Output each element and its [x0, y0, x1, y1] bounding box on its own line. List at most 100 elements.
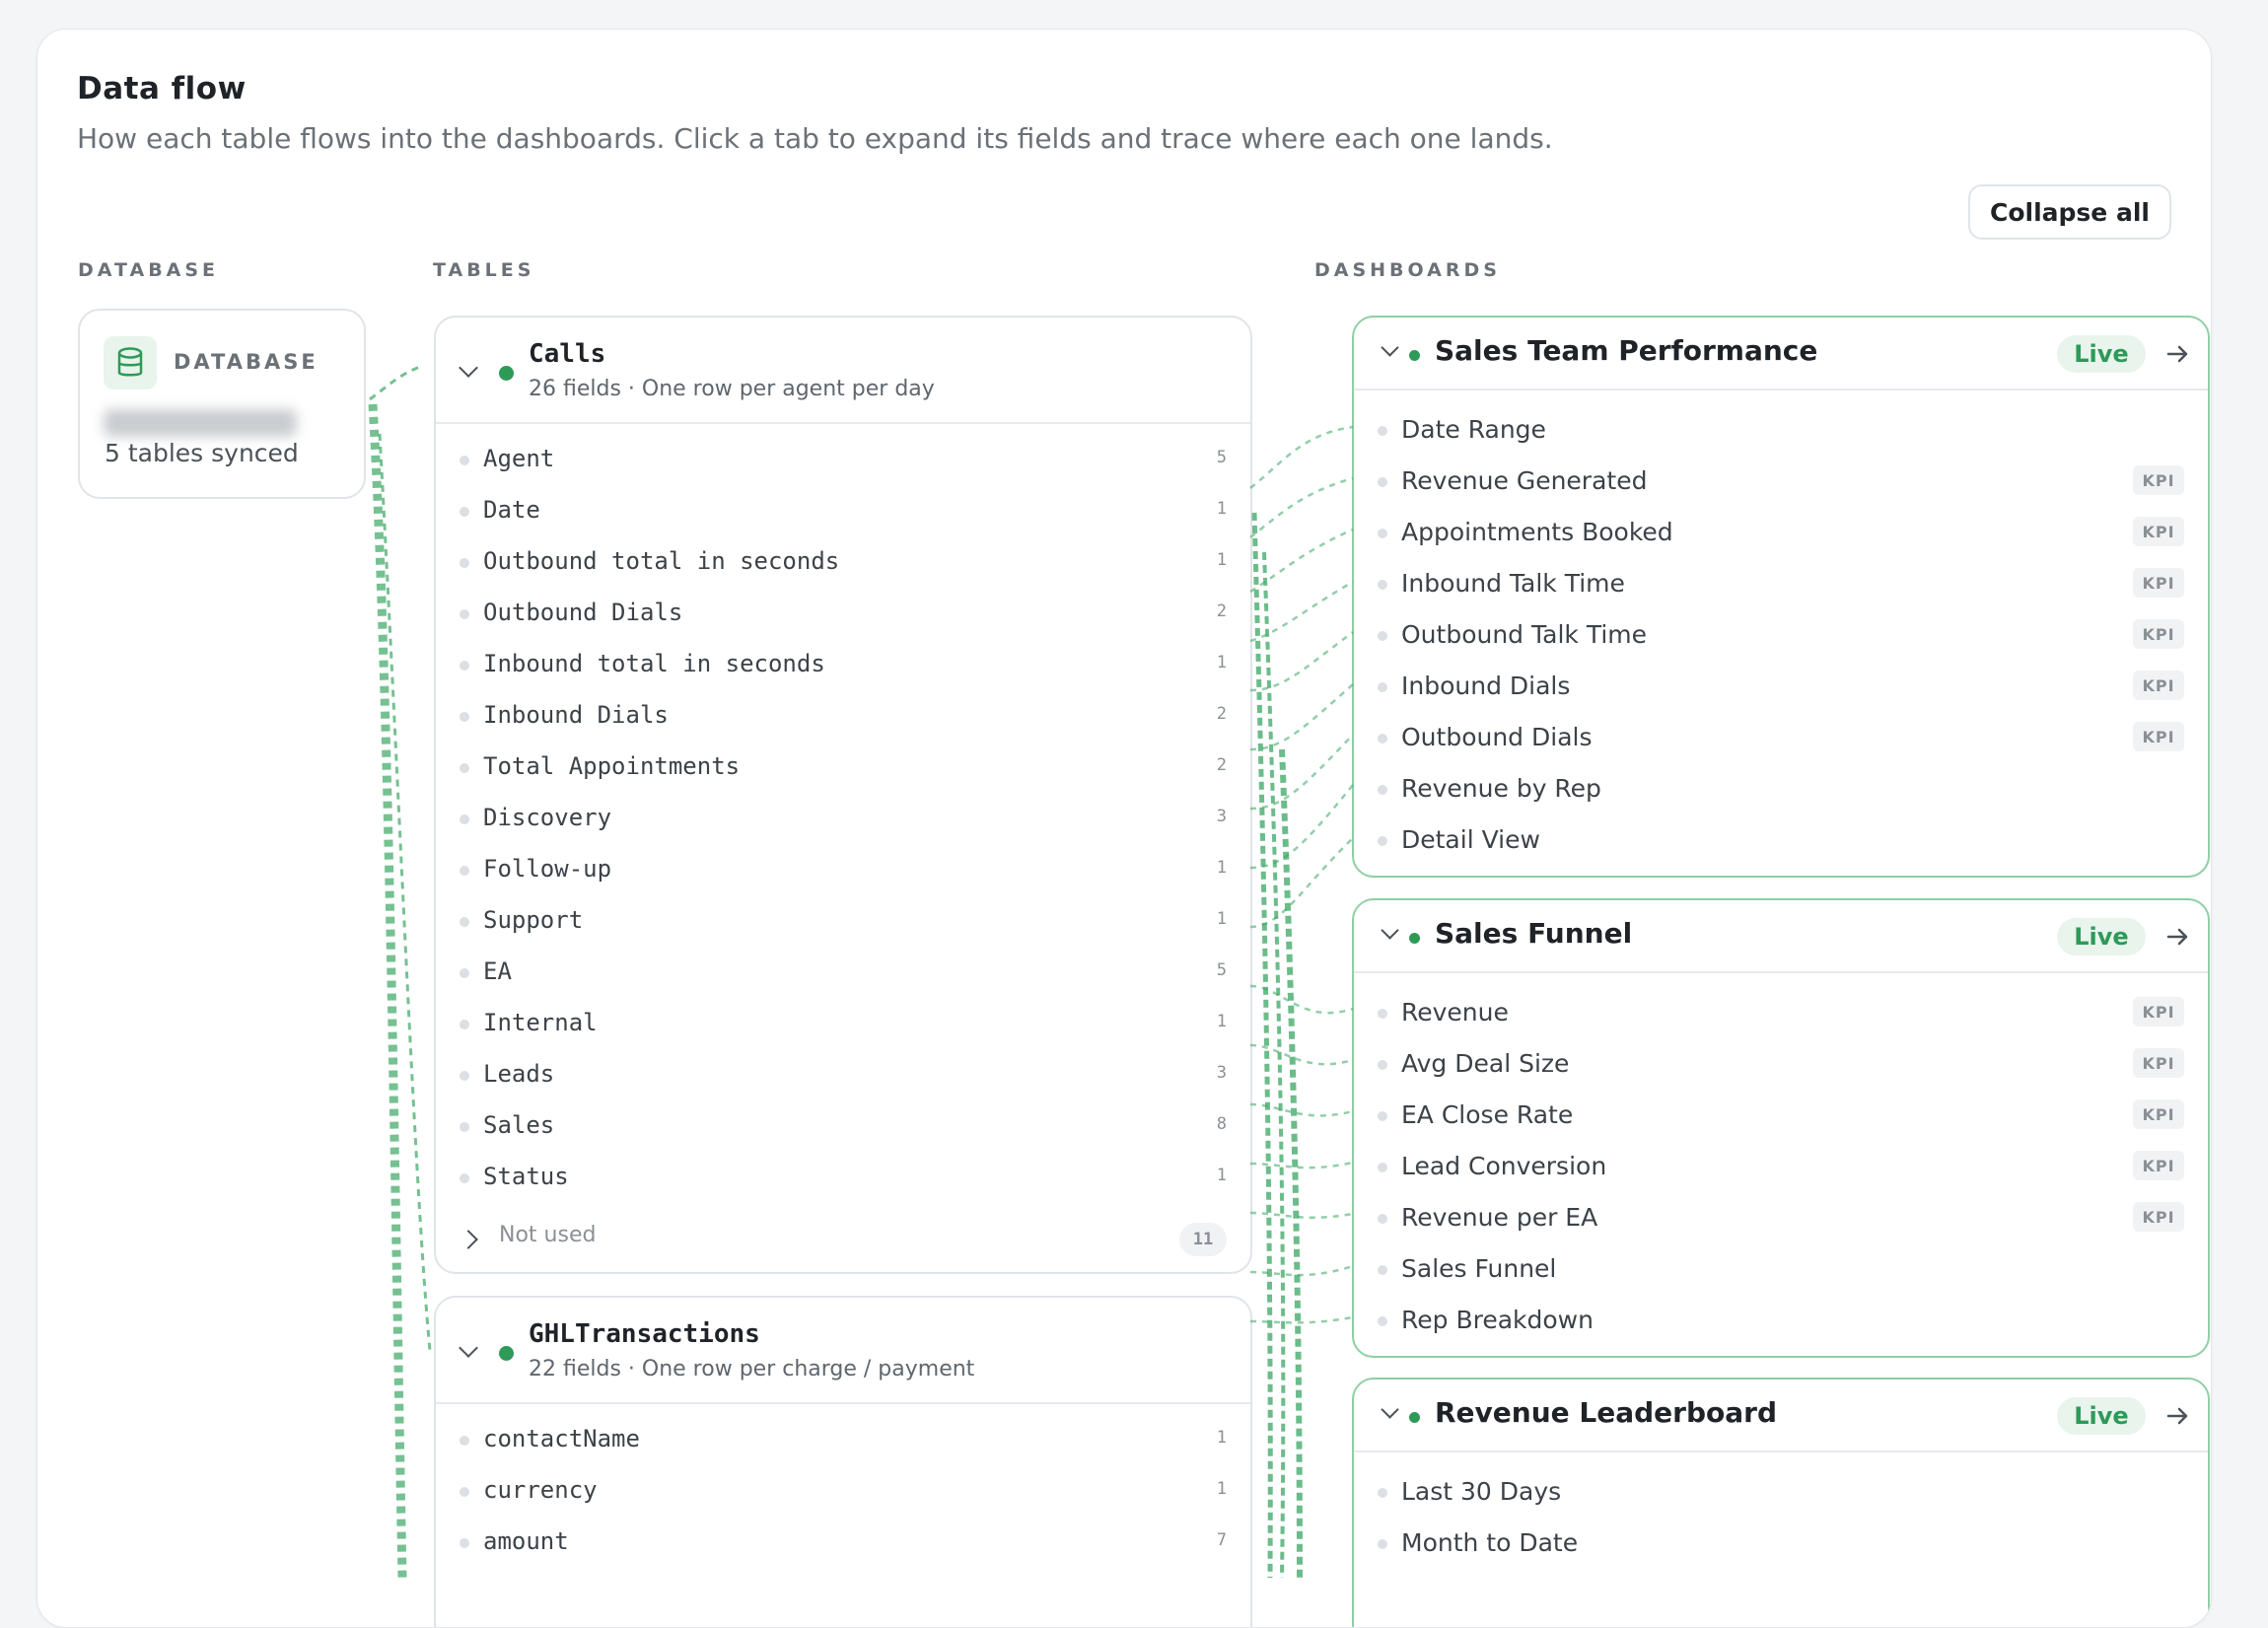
field-row[interactable]: currency 1 [436, 1465, 1250, 1517]
arrow-right-icon[interactable] [2162, 339, 2192, 369]
item-dot [1378, 682, 1387, 692]
not-used-toggle[interactable]: Not used 11 [436, 1203, 1250, 1272]
field-row[interactable]: Sales 8 [436, 1100, 1250, 1152]
database-name-redacted [104, 409, 297, 437]
field-usage-count: 1 [1216, 550, 1227, 570]
dashboard-item[interactable]: Rep Breakdown [1354, 1295, 2208, 1346]
field-dot [460, 1487, 469, 1497]
column-header-dashboards: DASHBOARDS [1314, 259, 1501, 281]
field-name: Outbound total in seconds [483, 547, 840, 575]
chevron-down-icon[interactable] [459, 358, 478, 378]
kpi-badge: KPI [2133, 1202, 2184, 1232]
dashboard-item[interactable]: Detail View [1354, 814, 2208, 866]
field-row[interactable]: Support 1 [436, 895, 1250, 947]
dashboard-item[interactable]: Lead Conversion KPI [1354, 1141, 2208, 1192]
field-usage-count: 2 [1216, 602, 1227, 621]
field-row[interactable]: Status 1 [436, 1152, 1250, 1203]
kpi-badge: KPI [2133, 568, 2184, 598]
field-row[interactable]: Date 1 [436, 485, 1250, 536]
chevron-down-icon[interactable] [459, 1338, 478, 1358]
field-dot [460, 558, 469, 568]
field-row[interactable]: Follow-up 1 [436, 844, 1250, 895]
collapse-all-button[interactable]: Collapse all [1968, 184, 2171, 240]
field-row[interactable]: Agent 5 [436, 434, 1250, 485]
table-meta: 26 fields · One row per agent per day [529, 377, 935, 401]
table-meta: 22 fields · One row per charge / payment [529, 1357, 975, 1381]
item-dot [1378, 1265, 1387, 1275]
field-row[interactable]: Outbound Dials 2 [436, 588, 1250, 639]
dashboard-item[interactable]: Sales Funnel [1354, 1243, 2208, 1295]
dashboard-card-revenue-leaderboard: Revenue Leaderboard Live Last 30 Days Mo… [1352, 1378, 2210, 1627]
field-row[interactable]: EA 5 [436, 947, 1250, 998]
field-row[interactable]: Inbound Dials 2 [436, 690, 1250, 742]
item-dot [1378, 836, 1387, 846]
dashboard-item[interactable]: Inbound Talk Time KPI [1354, 558, 2208, 609]
dashboard-item[interactable]: Revenue Generated KPI [1354, 456, 2208, 507]
live-badge: Live [2057, 918, 2146, 956]
field-name: amount [483, 1527, 569, 1555]
dashboard-item[interactable]: Revenue KPI [1354, 987, 2208, 1038]
dashboard-item[interactable]: Outbound Talk Time KPI [1354, 609, 2208, 661]
field-name: Total Appointments [483, 752, 741, 780]
field-row[interactable]: Discovery 3 [436, 793, 1250, 844]
field-row[interactable]: Inbound total in seconds 1 [436, 639, 1250, 690]
item-dot [1378, 1214, 1387, 1224]
item-dot [1378, 785, 1387, 795]
field-row[interactable]: Internal 1 [436, 998, 1250, 1049]
dashboard-item[interactable]: Date Range [1354, 404, 2208, 456]
item-dot [1378, 1316, 1387, 1326]
dashboard-item[interactable]: Inbound Dials KPI [1354, 661, 2208, 712]
column-header-database: DATABASE [78, 259, 220, 281]
field-dot [460, 456, 469, 465]
dashboard-item[interactable]: Revenue per EA KPI [1354, 1192, 2208, 1243]
field-name: Sales [483, 1111, 555, 1139]
dashboard-item-label: Revenue per EA [1401, 1203, 1598, 1232]
field-row[interactable]: amount 7 [436, 1517, 1250, 1568]
field-row[interactable]: Total Appointments 2 [436, 742, 1250, 793]
item-dot [1378, 1163, 1387, 1172]
dashboard-name: Revenue Leaderboard [1435, 1396, 1777, 1429]
item-dot [1378, 734, 1387, 743]
dashboard-card-sales-team-performance: Sales Team Performance Live Date Range R… [1352, 316, 2210, 878]
dashboard-item-label: Inbound Talk Time [1401, 569, 1625, 598]
live-badge: Live [2057, 1397, 2146, 1435]
status-dot [499, 366, 514, 381]
arrow-right-icon[interactable] [2162, 1401, 2192, 1431]
chevron-down-icon[interactable] [1381, 338, 1399, 357]
dashboard-header[interactable]: Sales Team Performance Live [1354, 318, 2208, 390]
field-row[interactable]: Outbound total in seconds 1 [436, 536, 1250, 588]
page-title: Data flow [77, 71, 247, 106]
field-dot [460, 1538, 469, 1548]
chevron-down-icon[interactable] [1381, 921, 1399, 940]
live-badge: Live [2057, 335, 2146, 373]
field-name: Support [483, 906, 584, 934]
arrow-right-icon[interactable] [2162, 922, 2192, 952]
dashboard-item[interactable]: Avg Deal Size KPI [1354, 1038, 2208, 1090]
dashboard-item-label: Revenue by Rep [1401, 774, 1601, 803]
dashboard-header[interactable]: Sales Funnel Live [1354, 900, 2208, 973]
field-name: currency [483, 1476, 598, 1504]
dashboard-item[interactable]: EA Close Rate KPI [1354, 1090, 2208, 1141]
dashboard-item[interactable]: Appointments Booked KPI [1354, 507, 2208, 558]
dashboard-name: Sales Team Performance [1435, 334, 1818, 367]
table-header-calls[interactable]: Calls 26 fields · One row per agent per … [436, 318, 1250, 424]
dashboard-item[interactable]: Outbound Dials KPI [1354, 712, 2208, 763]
chevron-down-icon[interactable] [1381, 1400, 1399, 1419]
dashboard-item[interactable]: Revenue by Rep [1354, 763, 2208, 814]
field-row[interactable]: Leads 3 [436, 1049, 1250, 1100]
field-row[interactable]: contactName 1 [436, 1414, 1250, 1465]
dashboard-item-label: Inbound Dials [1401, 672, 1571, 700]
field-usage-count: 1 [1216, 653, 1227, 672]
field-dot [460, 814, 469, 824]
dashboard-item[interactable]: Last 30 Days [1354, 1466, 2208, 1518]
table-header-ghltransactions[interactable]: GHLTransactions 22 fields · One row per … [436, 1298, 1250, 1404]
database-card[interactable]: DATABASE 5 tables synced [78, 309, 366, 499]
field-dot [460, 609, 469, 619]
field-usage-count: 1 [1216, 858, 1227, 878]
chevron-right-icon[interactable] [459, 1230, 478, 1249]
status-dot [499, 1346, 514, 1361]
dashboard-item[interactable]: Month to Date [1354, 1518, 2208, 1569]
dashboard-item-label: Outbound Dials [1401, 723, 1593, 751]
dashboard-header[interactable]: Revenue Leaderboard Live [1354, 1380, 2208, 1452]
field-name: Internal [483, 1009, 598, 1036]
